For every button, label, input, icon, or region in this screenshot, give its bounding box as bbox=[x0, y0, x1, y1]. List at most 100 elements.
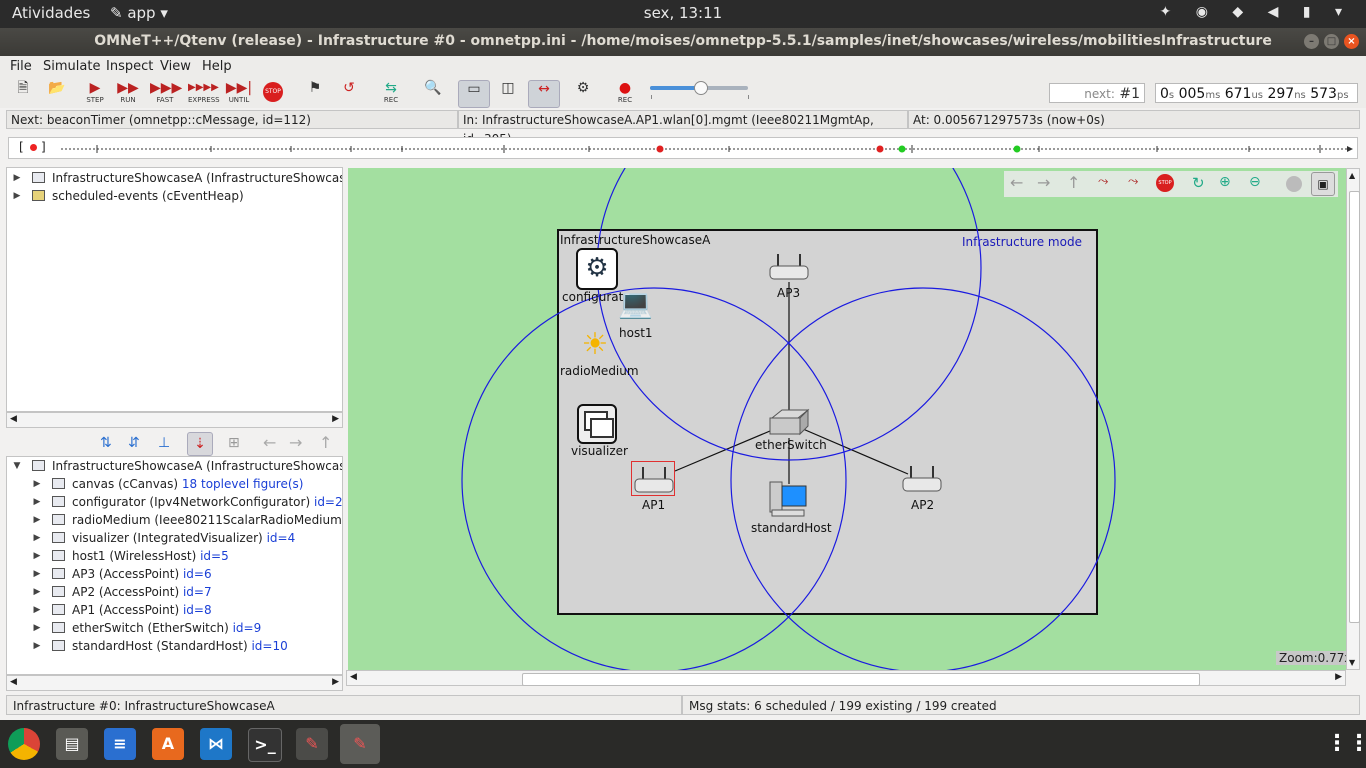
access-point-icon[interactable] bbox=[634, 465, 674, 495]
rebuild-button[interactable]: ↺ bbox=[334, 80, 364, 106]
stop-button[interactable]: STOP bbox=[258, 80, 288, 106]
qtenv-app-icon[interactable]: ✎ bbox=[340, 724, 380, 764]
canvas-hscroll-thumb[interactable] bbox=[522, 673, 1200, 686]
access-point-icon[interactable] bbox=[902, 464, 942, 494]
menu-simulate[interactable]: Simulate bbox=[43, 59, 100, 74]
forward-arrow-icon[interactable]: → bbox=[289, 433, 302, 452]
vscode-icon[interactable]: ⋈ bbox=[200, 728, 232, 760]
tree-item-network[interactable]: ▶ InfrastructureShowcaseA (Infrastructur… bbox=[7, 169, 342, 187]
tree-item[interactable]: ▶ AP2 (AccessPoint) id=7 bbox=[7, 583, 342, 601]
laptop-icon[interactable]: 💻 bbox=[618, 289, 654, 319]
expand-arrow-icon[interactable]: ▶ bbox=[31, 511, 43, 529]
event-log-rec-button[interactable]: ⇆ REC bbox=[376, 80, 406, 106]
up-arrow-icon[interactable]: ↑ bbox=[1067, 173, 1080, 192]
bottom-tree-hscrollbar[interactable]: ◀ ▶ bbox=[6, 675, 343, 691]
tree-item[interactable]: ▶ canvas (cCanvas) 18 toplevel figure(s) bbox=[7, 475, 342, 493]
module-icon bbox=[32, 172, 45, 183]
tree-item[interactable]: ▶ AP3 (AccessPoint) id=6 bbox=[7, 565, 342, 583]
stop-icon[interactable]: STOP bbox=[1156, 174, 1174, 192]
expand-arrow-icon[interactable]: ▶ bbox=[31, 475, 43, 493]
grouped-view-icon[interactable]: ⊞ bbox=[228, 435, 240, 451]
video-rec-button[interactable]: ● REC bbox=[610, 80, 640, 106]
inheritance-view-icon[interactable]: ⇣ bbox=[187, 432, 213, 456]
canvas-vscroll-thumb[interactable] bbox=[1349, 191, 1360, 623]
switch-icon[interactable] bbox=[768, 408, 810, 438]
minimize-icon[interactable]: – bbox=[1304, 34, 1319, 49]
access-point-icon[interactable] bbox=[769, 252, 809, 282]
network-canvas[interactable]: InfrastructureShowcaseA Infrastructure m… bbox=[348, 168, 1346, 670]
event-timeline[interactable]: [ ] bbox=[8, 137, 1358, 159]
desktop-computer-icon[interactable] bbox=[768, 478, 810, 518]
module-view-icon[interactable]: ▣ bbox=[1311, 172, 1335, 196]
expand-arrow-icon[interactable]: ▶ bbox=[31, 529, 43, 547]
timeline-toggle-button[interactable]: ↔ bbox=[528, 80, 560, 108]
tree-item[interactable]: ▶ AP1 (AccessPoint) id=8 bbox=[7, 601, 342, 619]
canvas-hscrollbar[interactable]: ◀ ▶ bbox=[346, 670, 1346, 686]
expand-arrow-icon[interactable]: ▶ bbox=[31, 547, 43, 565]
tree-item[interactable]: ▶ standardHost (StandardHost) id=10 bbox=[7, 637, 342, 655]
animation-speed-slider[interactable] bbox=[650, 81, 748, 95]
finish-button[interactable]: ⚑ bbox=[300, 80, 330, 106]
back-arrow-icon[interactable]: ← bbox=[1010, 173, 1023, 192]
run-button[interactable]: ▶▶ RUN bbox=[113, 80, 143, 106]
software-center-icon[interactable]: A bbox=[152, 728, 184, 760]
forward-arrow-icon[interactable]: → bbox=[1037, 173, 1050, 192]
menu-file[interactable]: File bbox=[10, 59, 32, 74]
relayout-icon[interactable]: ⤳ bbox=[1128, 174, 1138, 189]
back-arrow-icon[interactable]: ← bbox=[263, 433, 276, 452]
load-ned-button[interactable]: 📂 bbox=[42, 80, 72, 106]
refresh-icon[interactable]: ↻ bbox=[1192, 174, 1205, 192]
express-button[interactable]: ▶▶▶▶ EXPRESS bbox=[188, 80, 220, 106]
system-top-bar: Atividades ✎ app ▾ sex, 13:11 ✦ ◉ ◆ ◀ ▮ … bbox=[0, 0, 1366, 28]
tree-item[interactable]: ▶ visualizer (IntegratedVisualizer) id=4 bbox=[7, 529, 342, 547]
tree-item-label: AP1 (AccessPoint) bbox=[72, 603, 180, 617]
menu-inspect[interactable]: Inspect bbox=[106, 59, 153, 74]
tree-item[interactable]: ▶ etherSwitch (EtherSwitch) id=9 bbox=[7, 619, 342, 637]
tree-item[interactable]: ▶ host1 (WirelessHost) id=5 bbox=[7, 547, 342, 565]
layout-icon[interactable]: ⤳ bbox=[1098, 174, 1108, 189]
expand-arrow-icon[interactable]: ▶ bbox=[31, 565, 43, 583]
file-manager-icon[interactable]: ▤ bbox=[56, 728, 88, 760]
step-button[interactable]: ▶ STEP bbox=[80, 80, 110, 106]
chrome-icon[interactable] bbox=[8, 728, 40, 760]
system-tray-icons[interactable]: ✦ ◉ ◆ ◀ ▮ ▾ bbox=[1160, 4, 1352, 20]
sun-icon[interactable]: ☀ bbox=[578, 328, 612, 362]
find-button[interactable]: 🔍 bbox=[418, 80, 448, 106]
tree-root-network[interactable]: ▼ InfrastructureShowcaseA (Infrastructur… bbox=[7, 457, 342, 475]
tree-item[interactable]: ▶ configurator (Ipv4NetworkConfigurator) … bbox=[7, 493, 342, 511]
menu-view[interactable]: View bbox=[160, 59, 191, 74]
expand-arrow-icon[interactable]: ▶ bbox=[31, 601, 43, 619]
tree-item-scheduled-events[interactable]: ▶ scheduled-events (cEventHeap) bbox=[7, 187, 342, 205]
expand-arrow-icon[interactable]: ▶ bbox=[31, 493, 43, 511]
expand-arrow-icon[interactable]: ▶ bbox=[31, 619, 43, 637]
expand-arrow-icon[interactable]: ▶ bbox=[31, 583, 43, 601]
maximize-icon[interactable]: □ bbox=[1324, 34, 1339, 49]
zoom-in-icon[interactable]: ⊕ bbox=[1219, 174, 1231, 190]
visualizer-icon[interactable] bbox=[577, 404, 617, 444]
slider-handle[interactable] bbox=[694, 81, 708, 95]
new-run-button[interactable]: 🗎 bbox=[8, 80, 38, 106]
omnetpp-ide-icon[interactable]: ✎ bbox=[296, 728, 328, 760]
terminal-icon[interactable]: >_ bbox=[248, 728, 282, 762]
go-to-parent-icon[interactable]: ⇅ bbox=[100, 435, 112, 451]
expand-arrow-icon[interactable]: ▶ bbox=[31, 637, 43, 655]
show-apps-icon[interactable]: ⋮⋮ bbox=[1326, 728, 1366, 760]
menu-help[interactable]: Help bbox=[202, 59, 232, 74]
tree-item[interactable]: ▶ radioMedium (Ieee80211ScalarRadioMedium… bbox=[7, 511, 342, 529]
until-button[interactable]: ▶▶| UNTIL bbox=[224, 80, 254, 106]
object-tree-top: ▶ InfrastructureShowcaseA (Infrastructur… bbox=[6, 167, 343, 412]
canvas-vscrollbar[interactable]: ▲ ▼ bbox=[1346, 168, 1360, 670]
layout-vertical-button[interactable]: ◫ bbox=[493, 80, 523, 106]
gear-icon[interactable]: ⚙ bbox=[576, 248, 618, 290]
fast-button[interactable]: ▶▶▶ FAST bbox=[150, 80, 182, 106]
preferences-button[interactable]: ⚙ bbox=[568, 80, 598, 106]
writer-icon[interactable]: ≡ bbox=[104, 728, 136, 760]
close-icon[interactable]: × bbox=[1344, 34, 1359, 49]
up-arrow-icon[interactable]: ↑ bbox=[319, 433, 332, 452]
layout-horizontal-button[interactable]: ▭ bbox=[458, 80, 490, 108]
zoom-out-icon[interactable]: ⊖ bbox=[1249, 174, 1261, 190]
top-tree-hscrollbar[interactable]: ◀ ▶ bbox=[6, 412, 343, 428]
animation-toggle-icon[interactable] bbox=[1286, 176, 1302, 192]
children-view-icon[interactable]: ⊥ bbox=[158, 435, 170, 451]
flat-view-icon[interactable]: ⇵ bbox=[128, 435, 140, 451]
